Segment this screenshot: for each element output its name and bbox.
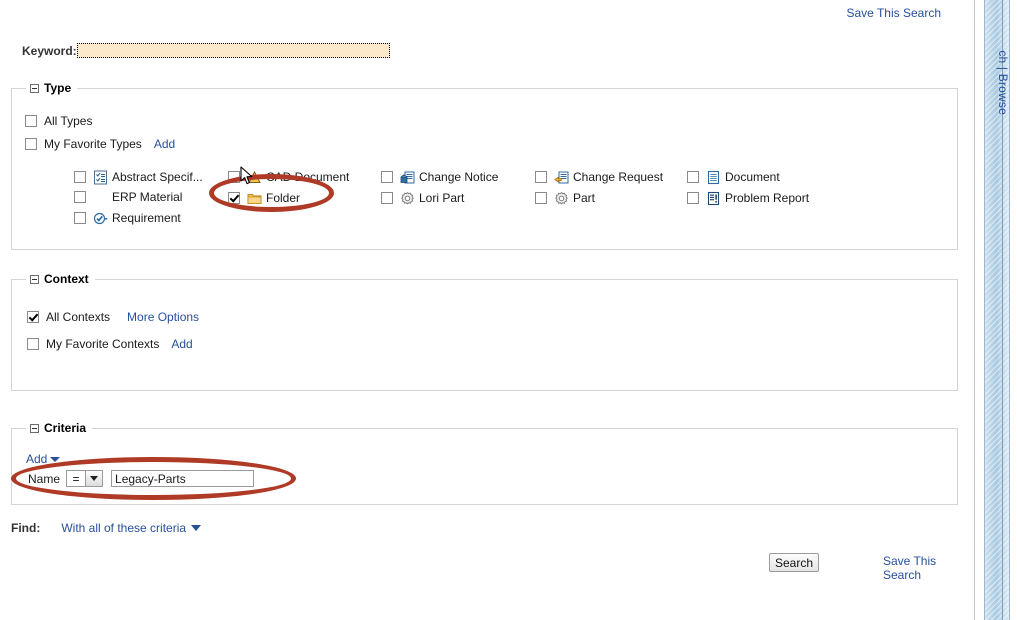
find-criteria-label[interactable]: With all of these criteria xyxy=(61,521,186,535)
all-contexts-checkbox[interactable] xyxy=(27,311,39,323)
all-types-row[interactable]: All Types xyxy=(25,114,92,128)
chevron-down-icon[interactable] xyxy=(191,525,202,531)
criteria-value-input[interactable] xyxy=(111,470,255,487)
type-item-part[interactable]: Part xyxy=(535,190,595,206)
type-item-change-request[interactable]: Change Request xyxy=(535,169,663,185)
problem-report-icon xyxy=(705,190,721,206)
right-sidebar: ch | Browse xyxy=(976,0,1017,620)
erp-material-checkbox[interactable] xyxy=(74,191,86,203)
criteria-section-legend: Criteria xyxy=(26,421,93,435)
type-item-change-notice[interactable]: Change Notice xyxy=(381,169,498,185)
my-favorite-contexts-row[interactable]: My Favorite Contexts Add xyxy=(27,337,193,351)
collapse-minus-icon[interactable] xyxy=(30,274,39,284)
my-favorite-types-checkbox[interactable] xyxy=(25,138,37,150)
requirement-checkbox[interactable] xyxy=(74,212,86,224)
keyword-input[interactable] xyxy=(77,43,390,58)
erp-material-label: ERP Material xyxy=(112,190,183,204)
cad-document-checkbox[interactable] xyxy=(228,171,240,183)
my-favorite-contexts-add-link[interactable]: Add xyxy=(171,337,192,351)
criteria-attribute-label: Name xyxy=(28,471,61,486)
type-item-cad-document[interactable]: CAD Document xyxy=(228,169,349,185)
criteria-legend-label: Criteria xyxy=(44,421,87,435)
all-types-checkbox[interactable] xyxy=(25,115,37,127)
search-page: Save This Search Keyword: Type All Types… xyxy=(0,0,975,620)
document-checkbox[interactable] xyxy=(687,171,699,183)
all-contexts-label: All Contexts xyxy=(46,310,111,324)
criteria-row: Name = xyxy=(28,470,255,487)
chevron-down-icon xyxy=(90,476,99,481)
lori-part-label: Lori Part xyxy=(419,191,465,205)
criteria-add-link[interactable]: Add xyxy=(26,452,47,466)
criteria-add-control[interactable]: Add xyxy=(26,452,61,466)
change-notice-checkbox[interactable] xyxy=(381,171,393,183)
keyword-label: Keyword: xyxy=(22,44,77,58)
lori-part-checkbox[interactable] xyxy=(381,192,393,204)
all-contexts-row[interactable]: All Contexts More Options xyxy=(27,310,199,324)
change-request-icon xyxy=(553,169,569,185)
my-favorite-types-row[interactable]: My Favorite Types Add xyxy=(25,137,175,151)
requirement-icon xyxy=(92,210,108,226)
type-item-document[interactable]: Document xyxy=(687,169,780,185)
find-label: Find: xyxy=(11,521,41,535)
type-item-requirement[interactable]: Requirement xyxy=(74,210,181,226)
part-gear-icon xyxy=(553,190,569,206)
type-legend-label: Type xyxy=(44,81,72,95)
my-favorite-types-label: My Favorite Types xyxy=(44,137,142,151)
cad-document-label: CAD Document xyxy=(266,170,350,184)
type-item-erp-material[interactable]: ERP Material xyxy=(74,190,182,204)
context-section: Context xyxy=(11,272,958,391)
all-types-label: All Types xyxy=(44,114,93,128)
criteria-operator-dropdown-button[interactable] xyxy=(86,470,104,487)
type-section-legend: Type xyxy=(26,81,78,95)
part-label: Part xyxy=(573,191,596,205)
find-criteria-dropdown[interactable]: With all of these criteria xyxy=(61,521,202,535)
search-button[interactable]: Search xyxy=(769,553,819,572)
more-options-link[interactable]: More Options xyxy=(127,310,199,324)
abstract-specification-label: Abstract Specif... xyxy=(112,170,203,184)
problem-report-checkbox[interactable] xyxy=(687,192,699,204)
save-this-search-link-top[interactable]: Save This Search xyxy=(847,6,942,20)
chevron-down-icon[interactable] xyxy=(50,456,61,462)
folder-icon xyxy=(246,190,262,206)
change-notice-icon xyxy=(399,169,415,185)
sidebar-search-browse-label[interactable]: ch | Browse xyxy=(996,0,1010,115)
cad-document-icon xyxy=(246,169,262,185)
criteria-operator-value[interactable]: = xyxy=(66,470,87,487)
requirement-label: Requirement xyxy=(112,211,181,225)
my-favorite-contexts-checkbox[interactable] xyxy=(27,338,39,350)
keyword-row: Keyword: xyxy=(0,43,974,63)
collapse-minus-icon[interactable] xyxy=(30,83,39,93)
criteria-section: Criteria xyxy=(11,421,958,505)
change-request-label: Change Request xyxy=(573,170,664,184)
type-item-abstract-specification[interactable]: Abstract Specif... xyxy=(74,169,203,185)
my-favorite-contexts-label: My Favorite Contexts xyxy=(46,337,160,351)
part-checkbox[interactable] xyxy=(535,192,547,204)
context-section-legend: Context xyxy=(26,272,95,286)
context-legend-label: Context xyxy=(44,272,89,286)
problem-report-label: Problem Report xyxy=(725,191,810,205)
type-item-lori-part[interactable]: Lori Part xyxy=(381,190,464,206)
folder-label: Folder xyxy=(266,191,301,205)
abstract-specification-checkbox[interactable] xyxy=(74,171,86,183)
sidebar-strip[interactable]: ch | Browse xyxy=(984,0,1010,620)
type-item-folder[interactable]: Folder xyxy=(228,190,300,206)
folder-checkbox[interactable] xyxy=(228,192,240,204)
my-favorite-types-add-link[interactable]: Add xyxy=(154,137,175,151)
change-notice-label: Change Notice xyxy=(419,170,499,184)
abstract-spec-icon xyxy=(92,169,108,185)
save-this-search-link-bottom[interactable]: Save This Search xyxy=(883,554,974,582)
find-row: Find: With all of these criteria xyxy=(11,521,202,535)
change-request-checkbox[interactable] xyxy=(535,171,547,183)
document-label: Document xyxy=(725,170,780,184)
collapse-minus-icon[interactable] xyxy=(30,423,39,433)
part-gear-icon xyxy=(399,190,415,206)
document-icon xyxy=(705,169,721,185)
type-item-problem-report[interactable]: Problem Report xyxy=(687,190,809,206)
